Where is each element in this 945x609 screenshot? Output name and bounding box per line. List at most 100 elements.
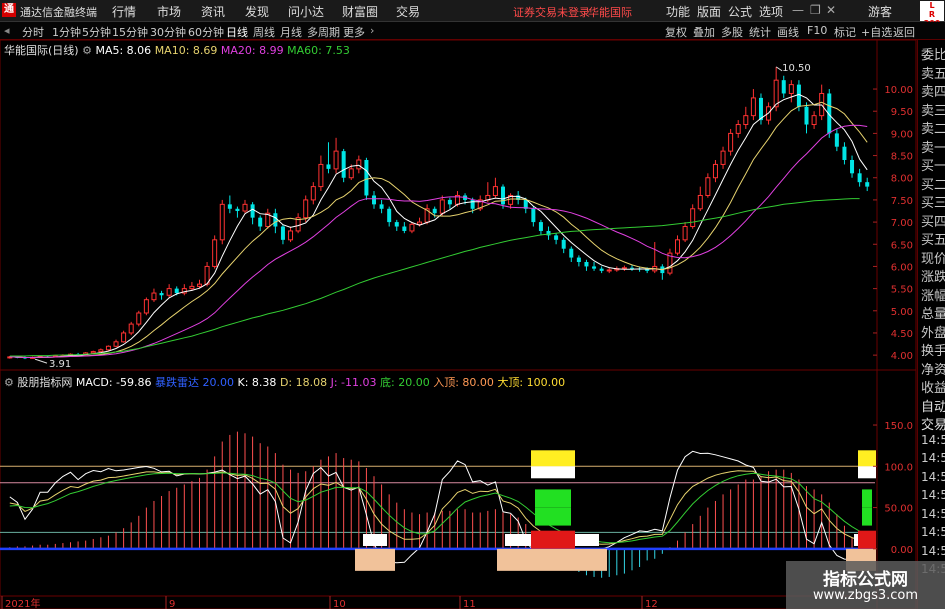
sidebar-item[interactable]: 买四 bbox=[921, 211, 945, 230]
candle-body bbox=[196, 283, 202, 287]
candle-body bbox=[303, 199, 309, 219]
candle-body bbox=[712, 163, 718, 179]
settings-icon: ⚙ bbox=[4, 376, 14, 389]
candle-body bbox=[417, 221, 423, 225]
date-label: 11 bbox=[463, 599, 476, 609]
date-label: 12 bbox=[645, 599, 658, 609]
sidebar-item[interactable]: 14:56 bbox=[921, 433, 945, 447]
candle-body bbox=[166, 288, 172, 296]
price-tick-label: 9.50 bbox=[891, 107, 913, 118]
sidebar-item[interactable]: 买三 bbox=[921, 192, 945, 211]
sidebar-item[interactable]: 总量 bbox=[921, 303, 945, 322]
ind-tick-label: 150.0 bbox=[884, 421, 913, 432]
sidebar-item[interactable]: 卖四 bbox=[921, 81, 945, 100]
candle-body bbox=[189, 285, 195, 290]
candle-body bbox=[288, 230, 294, 241]
enter-top-legend: 入顶: 80.00 bbox=[433, 376, 494, 389]
candle-body bbox=[432, 208, 437, 214]
sidebar-item[interactable]: 14:56 bbox=[921, 488, 945, 502]
watermark-title: 指标公式网 bbox=[823, 570, 908, 590]
sidebar-item[interactable]: 14:56 bbox=[921, 470, 945, 484]
top-signal-white bbox=[531, 466, 575, 479]
candle-body bbox=[705, 177, 711, 196]
sidebar-item[interactable]: 自动 bbox=[921, 396, 945, 415]
macd-legend: MACD: -59.86 bbox=[75, 376, 152, 389]
candle-body bbox=[379, 204, 384, 209]
candle-body bbox=[121, 332, 127, 343]
sidebar-item[interactable]: 卖一 bbox=[921, 137, 945, 156]
sidebar-item[interactable]: 外盘 bbox=[921, 322, 945, 341]
watermark-url: www.zbgs3.com bbox=[812, 588, 919, 603]
ind-tick-label: 0.00 bbox=[891, 545, 913, 556]
sidebar-item[interactable]: 涨跌 bbox=[921, 266, 945, 285]
candle-body bbox=[387, 208, 392, 223]
ma20-legend: MA20: 8.99 bbox=[220, 44, 284, 57]
ind-tick-label: 50.00 bbox=[884, 504, 913, 515]
price-tick-label: 4.00 bbox=[891, 351, 913, 362]
candle-body bbox=[569, 248, 574, 258]
sidebar-item[interactable]: 卖五 bbox=[921, 63, 945, 82]
candle-body bbox=[850, 160, 855, 174]
sidebar-item[interactable]: 买一 bbox=[921, 155, 945, 174]
top-signal-green bbox=[535, 507, 571, 526]
radar-legend: 暴跌雷达 bbox=[155, 376, 200, 389]
sidebar-item[interactable]: 14:56 bbox=[921, 544, 945, 558]
candle-body bbox=[447, 199, 452, 205]
candle-body bbox=[113, 341, 119, 347]
signal-block-white bbox=[363, 533, 387, 546]
sidebar-item[interactable]: 现价 bbox=[921, 248, 945, 267]
chart-area[interactable]: 10.50 3.91 10.00 9.50 9.00 8.50 8.00 7.50 7.00 6… bbox=[0, 0, 945, 609]
top-signal-green bbox=[535, 489, 571, 508]
candle-body bbox=[98, 349, 104, 353]
sidebar-item[interactable]: 14:56 bbox=[921, 525, 945, 539]
sidebar-item[interactable]: 卖三 bbox=[921, 100, 945, 119]
price-tick-label: 8.00 bbox=[891, 174, 913, 185]
candle-body bbox=[143, 299, 149, 314]
candle-body bbox=[682, 226, 688, 241]
price-tick-label: 7.50 bbox=[891, 196, 913, 207]
sidebar-item[interactable]: 卖二 bbox=[921, 118, 945, 137]
top-signal-green bbox=[862, 489, 872, 508]
price-tick-label: 6.50 bbox=[891, 240, 913, 251]
top-signal-red bbox=[858, 530, 876, 549]
candle-body bbox=[151, 292, 157, 301]
ind-tick-label: 100.0 bbox=[884, 462, 913, 473]
candle-body bbox=[333, 150, 339, 170]
sidebar-item[interactable]: 14:56 bbox=[921, 451, 945, 465]
candle-body bbox=[584, 262, 589, 267]
sidebar-item[interactable]: 收益 bbox=[921, 377, 945, 396]
candle-body bbox=[394, 222, 399, 227]
sidebar-item[interactable]: 买二 bbox=[921, 174, 945, 193]
candle-body bbox=[645, 269, 650, 271]
settings-icon: ⚙ bbox=[82, 44, 92, 57]
date-label: 10 bbox=[333, 599, 346, 609]
sidebar-item[interactable]: 换手 bbox=[921, 340, 945, 359]
candle-body bbox=[728, 132, 734, 152]
sidebar-item[interactable]: 买五 bbox=[921, 229, 945, 248]
low-annotation: 3.91 bbox=[49, 359, 71, 370]
candle-body bbox=[219, 203, 225, 241]
candle-body bbox=[781, 80, 786, 94]
sidebar-item[interactable]: 委比 bbox=[921, 44, 945, 63]
candle-body bbox=[796, 84, 801, 107]
date-label: 2021年 bbox=[5, 597, 40, 609]
j-legend: J: -11.03 bbox=[330, 376, 377, 389]
sidebar-item[interactable]: 涨幅 bbox=[921, 285, 945, 304]
candle-body bbox=[348, 168, 354, 179]
ma60-line bbox=[9, 198, 860, 357]
candle-body bbox=[599, 268, 604, 271]
candle-body bbox=[280, 226, 285, 240]
candle-body bbox=[364, 160, 369, 196]
price-tick-label: 7.00 bbox=[891, 218, 913, 229]
candle-body bbox=[326, 164, 331, 169]
bottom-signal-block bbox=[497, 548, 607, 571]
candle-body bbox=[531, 208, 536, 223]
candle-body bbox=[402, 226, 407, 231]
candle-body bbox=[865, 182, 870, 187]
sidebar-item[interactable]: 14:56 bbox=[921, 507, 945, 521]
indicator-legend: ⚙ 股朋指标网 MACD: -59.86 暴跌雷达 20.00 K: 8.38 … bbox=[4, 374, 565, 390]
d-legend: D: 18.08 bbox=[279, 376, 328, 389]
sidebar-item[interactable]: 净资 bbox=[921, 359, 945, 378]
ma10-legend: MA10: 8.69 bbox=[154, 44, 218, 57]
sidebar-item[interactable]: 交易 bbox=[921, 414, 945, 433]
